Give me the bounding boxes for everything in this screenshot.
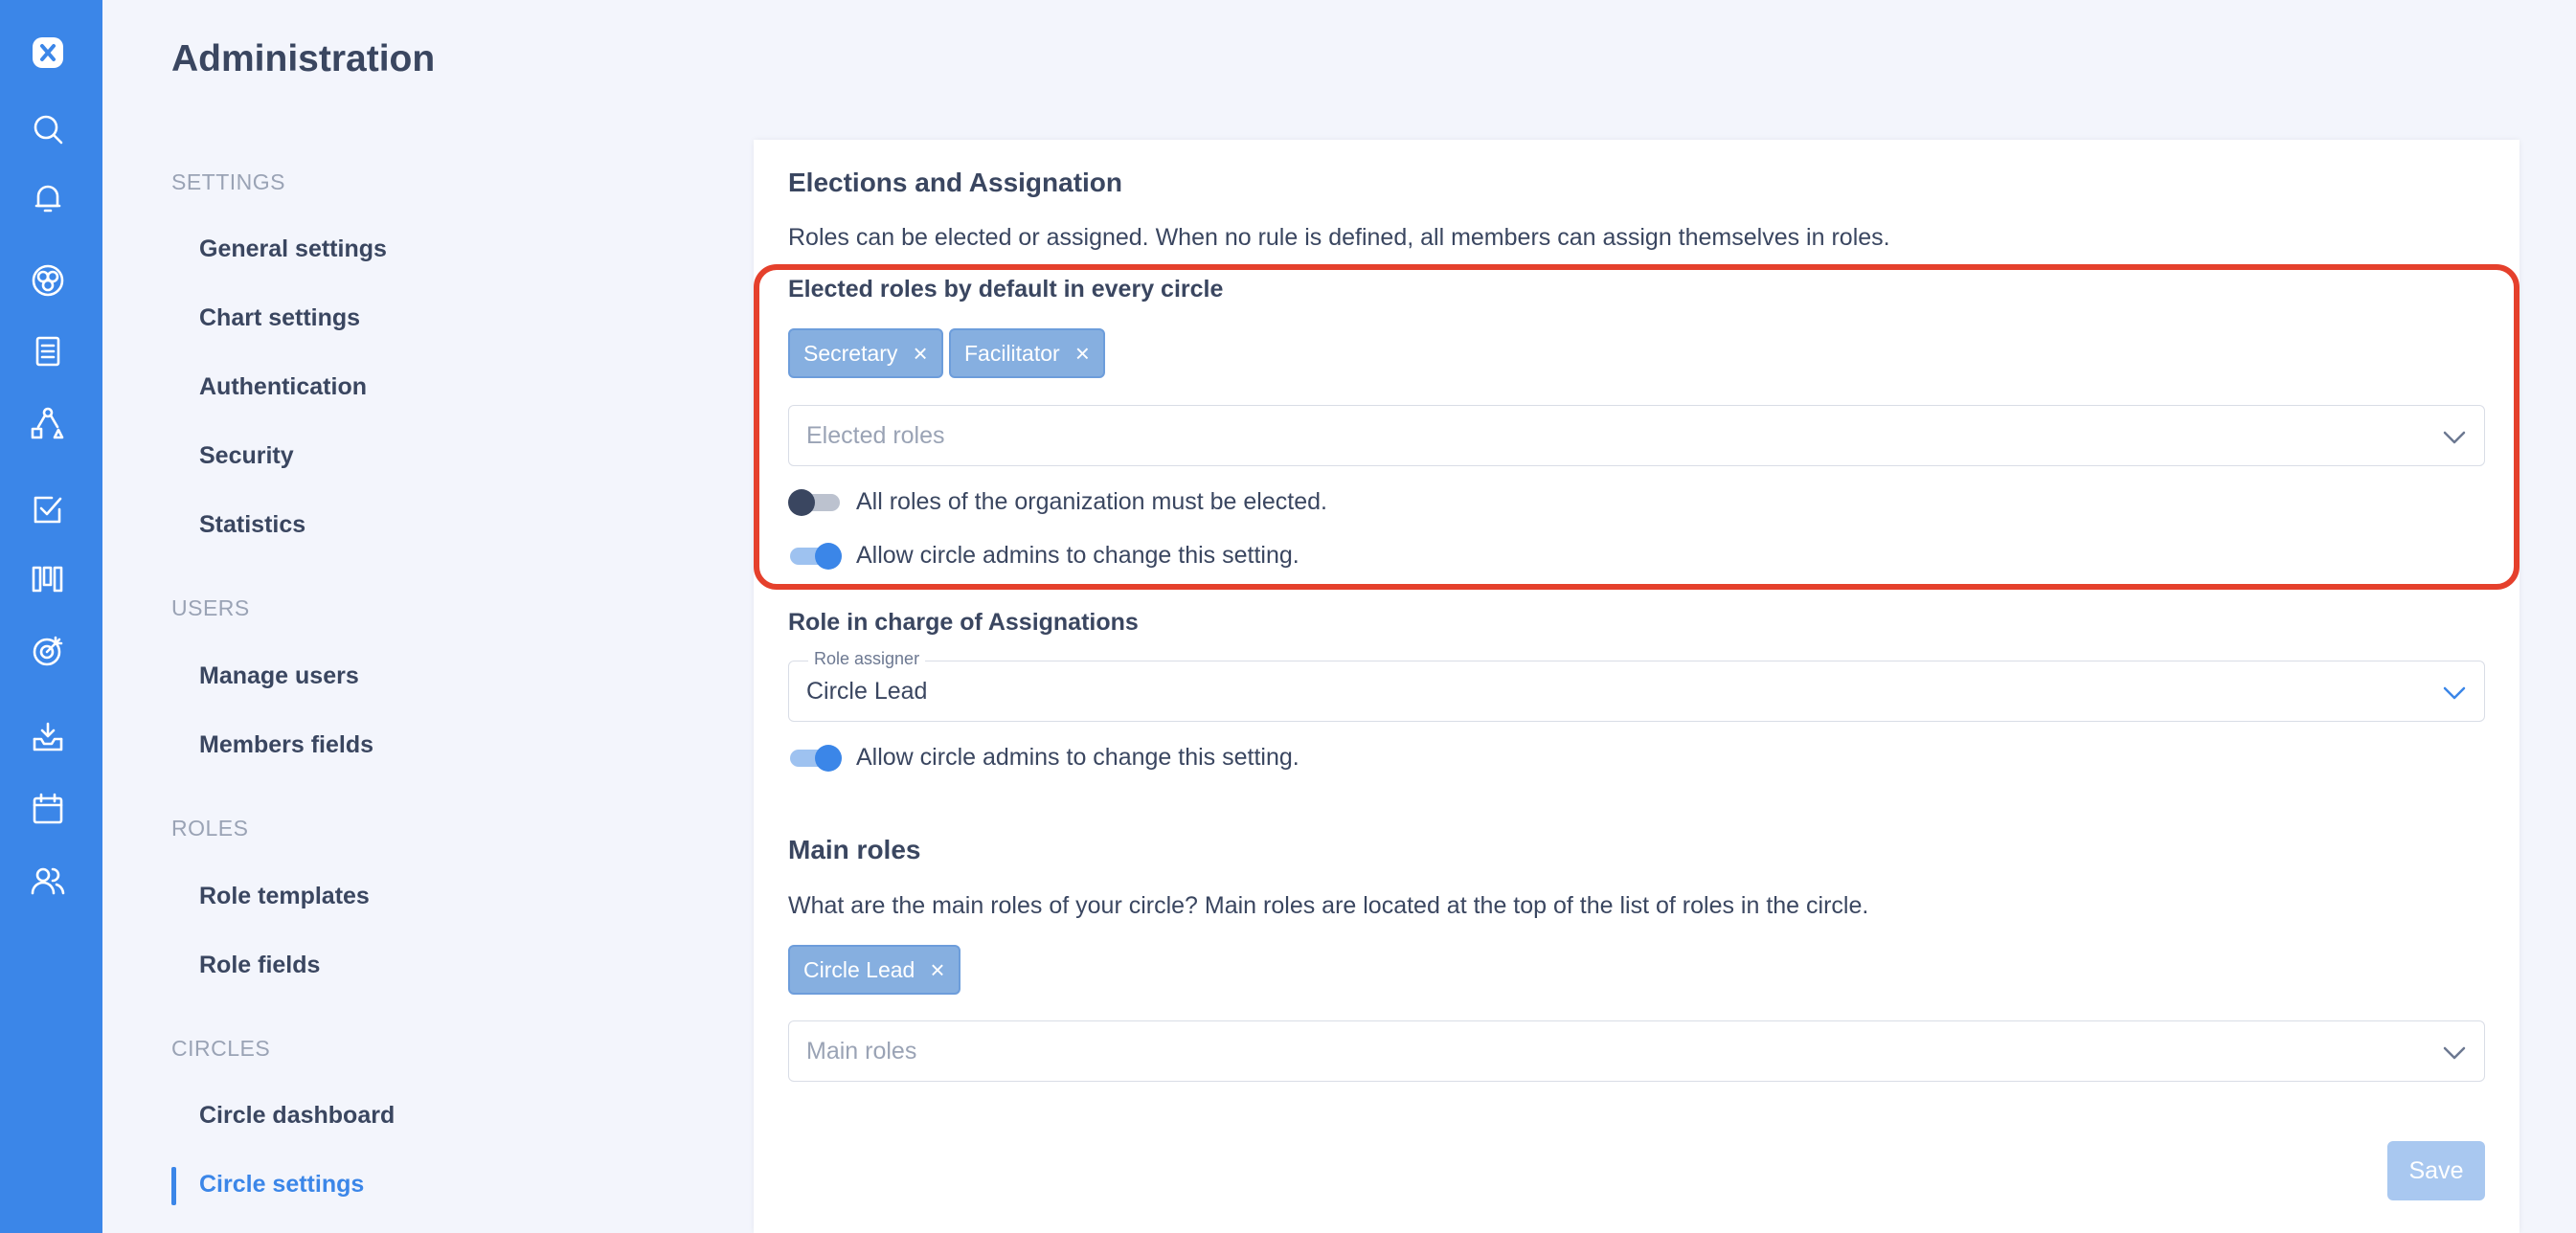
main-roles-description: What are the main roles of your circle? … <box>788 892 1869 919</box>
bell-icon[interactable] <box>29 179 67 217</box>
main-roles-title: Main roles <box>788 835 921 864</box>
nav-item-security[interactable]: Security <box>199 442 294 470</box>
document-icon[interactable] <box>29 332 67 370</box>
page-title: Administration <box>171 38 436 79</box>
elections-title: Elections and Assignation <box>788 168 1123 197</box>
elected-admins-toggle[interactable] <box>788 543 842 570</box>
main-roles-placeholder: Main roles <box>806 1038 917 1065</box>
chip-label: Facilitator <box>964 340 1060 366</box>
chip-secretary: Secretary × <box>788 328 943 378</box>
search-icon[interactable] <box>29 110 67 148</box>
nav-item-statistics[interactable]: Statistics <box>199 511 305 539</box>
nav-item-manage-users[interactable]: Manage users <box>199 662 359 690</box>
role-assigner-value: Circle Lead <box>806 678 928 705</box>
role-assigner-select[interactable]: Role assigner Circle Lead <box>788 649 2485 722</box>
logo-icon[interactable] <box>29 34 67 72</box>
assignation-admins-toggle[interactable] <box>788 745 842 772</box>
remove-chip-icon[interactable]: × <box>930 957 944 982</box>
kanban-icon[interactable] <box>29 560 67 598</box>
nav-item-circle-dashboard[interactable]: Circle dashboard <box>199 1102 395 1130</box>
app-rail <box>0 0 102 1233</box>
chip-label: Secretary <box>803 340 898 366</box>
elected-roles-placeholder: Elected roles <box>806 422 945 449</box>
chevron-down-icon[interactable] <box>2440 679 2469 707</box>
nav-item-general-settings[interactable]: General settings <box>199 235 387 263</box>
assignation-admins-label: Allow circle admins to change this setti… <box>856 744 1299 771</box>
chart-icon[interactable] <box>29 261 67 300</box>
nav-item-role-templates[interactable]: Role templates <box>199 883 370 910</box>
remove-chip-icon[interactable]: × <box>1075 341 1090 366</box>
remove-chip-icon[interactable]: × <box>913 341 927 366</box>
chip-label: Circle Lead <box>803 956 915 982</box>
checkbox-icon[interactable] <box>29 490 67 528</box>
elected-roles-select[interactable]: Elected roles <box>788 405 2485 466</box>
elected-roles-title: Elected roles by default in every circle <box>788 276 1224 303</box>
nav-active-indicator <box>171 1167 176 1205</box>
save-button[interactable]: Save <box>2387 1141 2485 1200</box>
nav-item-members-fields[interactable]: Members fields <box>199 731 373 759</box>
main-roles-select[interactable]: Main roles <box>788 1020 2485 1082</box>
settings-card: Elections and Assignation Roles can be e… <box>754 140 2520 1233</box>
nav-item-authentication[interactable]: Authentication <box>199 373 367 401</box>
chip-facilitator: Facilitator × <box>949 328 1105 378</box>
nav-item-circle-settings[interactable]: Circle settings <box>199 1171 364 1199</box>
target-icon[interactable] <box>29 632 67 670</box>
chip-circle-lead: Circle Lead × <box>788 945 960 995</box>
nav-section-users: USERS <box>171 595 250 620</box>
nav-section-settings: SETTINGS <box>171 169 286 194</box>
all-roles-elected-toggle[interactable] <box>788 489 840 516</box>
inbox-icon[interactable] <box>29 718 67 756</box>
nav-section-roles: ROLES <box>171 816 249 841</box>
users-icon[interactable] <box>29 862 67 900</box>
nav-item-chart-settings[interactable]: Chart settings <box>199 304 360 332</box>
elections-description: Roles can be elected or assigned. When n… <box>788 224 1890 251</box>
shapes-icon[interactable] <box>29 404 67 442</box>
elected-admins-label: Allow circle admins to change this setti… <box>856 542 1299 569</box>
role-assigner-label: Role assigner <box>808 649 926 669</box>
chevron-down-icon[interactable] <box>2440 1039 2469 1067</box>
assignation-title: Role in charge of Assignations <box>788 609 1139 636</box>
calendar-icon[interactable] <box>29 790 67 828</box>
all-roles-elected-label: All roles of the organization must be el… <box>856 488 1327 515</box>
nav-section-circles: CIRCLES <box>171 1036 271 1061</box>
nav-item-role-fields[interactable]: Role fields <box>199 952 320 979</box>
chevron-down-icon[interactable] <box>2440 423 2469 452</box>
